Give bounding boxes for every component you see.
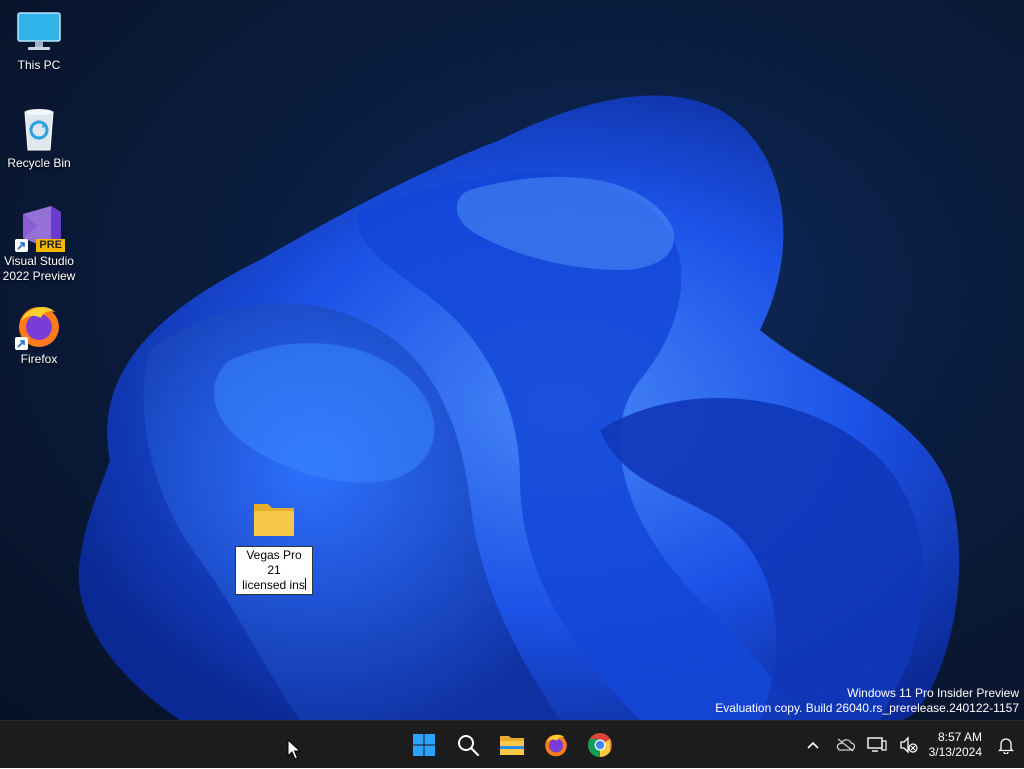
visual-studio-preview-icon: PRE xyxy=(15,204,65,252)
desktop-icon-new-folder[interactable]: Vegas Pro 21 licensed ins xyxy=(235,500,313,595)
firefox-icon xyxy=(545,734,567,757)
folder-icon xyxy=(250,500,298,540)
search-button[interactable] xyxy=(446,725,490,765)
desktop-icon-label: Recycle Bin xyxy=(7,156,71,170)
evaluation-watermark: Windows 11 Pro Insider Preview Evaluatio… xyxy=(715,686,1019,716)
desktop-icon-label-line2: 2022 Preview xyxy=(2,269,76,283)
rename-textbox[interactable]: Vegas Pro 21 licensed ins xyxy=(235,546,313,595)
desktop-icon-recycle-bin[interactable]: Recycle Bin xyxy=(0,106,78,171)
chrome-taskbar-button[interactable] xyxy=(578,725,622,765)
pre-badge: PRE xyxy=(36,239,65,252)
file-explorer-button[interactable] xyxy=(490,725,534,765)
desktop-icon-label: Firefox xyxy=(20,352,58,366)
volume-muted-icon xyxy=(899,736,918,754)
taskbar: 8:57 AM 3/13/2024 xyxy=(0,720,1024,768)
wallpaper-bloom xyxy=(78,95,960,720)
file-explorer-icon xyxy=(500,736,524,755)
chrome-icon xyxy=(587,733,612,757)
desktop-icon-visual-studio[interactable]: PRE Visual Studio 2022 Preview xyxy=(0,204,78,284)
volume-button[interactable] xyxy=(893,725,925,765)
start-button[interactable] xyxy=(402,725,446,765)
desktop-icon-label: Visual Studio xyxy=(4,254,74,268)
taskbar-pinned-apps xyxy=(402,721,622,769)
rename-text-line2: licensed ins xyxy=(242,578,305,592)
chevron-up-icon xyxy=(807,741,819,749)
clock-time: 8:57 AM xyxy=(937,730,982,744)
system-tray: 8:57 AM 3/13/2024 xyxy=(797,721,1024,769)
desktop-icon-firefox[interactable]: Firefox xyxy=(0,302,78,367)
network-button[interactable] xyxy=(861,725,893,765)
shortcut-arrow-icon xyxy=(15,337,28,350)
search-icon xyxy=(458,735,480,757)
firefox-icon xyxy=(15,302,63,350)
desktop-icon-label: This PC xyxy=(17,58,61,72)
watermark-line2: Evaluation copy. Build 26040.rs_prerelea… xyxy=(715,701,1019,715)
text-caret xyxy=(304,578,306,590)
mouse-pointer-icon xyxy=(287,739,301,760)
desktop[interactable]: This PC Recycle Bin PRE Visual Studio 20… xyxy=(0,0,1024,720)
shortcut-arrow-icon xyxy=(15,239,28,252)
watermark-line1: Windows 11 Pro Insider Preview xyxy=(847,686,1019,700)
clock-date: 3/13/2024 xyxy=(928,745,982,759)
onedrive-button[interactable] xyxy=(829,725,861,765)
notifications-button[interactable] xyxy=(988,725,1024,765)
network-icon xyxy=(866,737,887,752)
rename-text-line1: Vegas Pro 21 xyxy=(246,548,302,577)
monitor-icon xyxy=(15,8,63,56)
onedrive-icon xyxy=(836,738,855,752)
start-icon xyxy=(413,734,435,756)
show-hidden-icons-button[interactable] xyxy=(797,725,829,765)
desktop-icon-this-pc[interactable]: This PC xyxy=(0,8,78,73)
bell-icon xyxy=(998,738,1014,754)
firefox-taskbar-button[interactable] xyxy=(534,725,578,765)
recycle-bin-icon xyxy=(15,106,63,154)
taskbar-clock[interactable]: 8:57 AM 3/13/2024 xyxy=(925,730,988,760)
